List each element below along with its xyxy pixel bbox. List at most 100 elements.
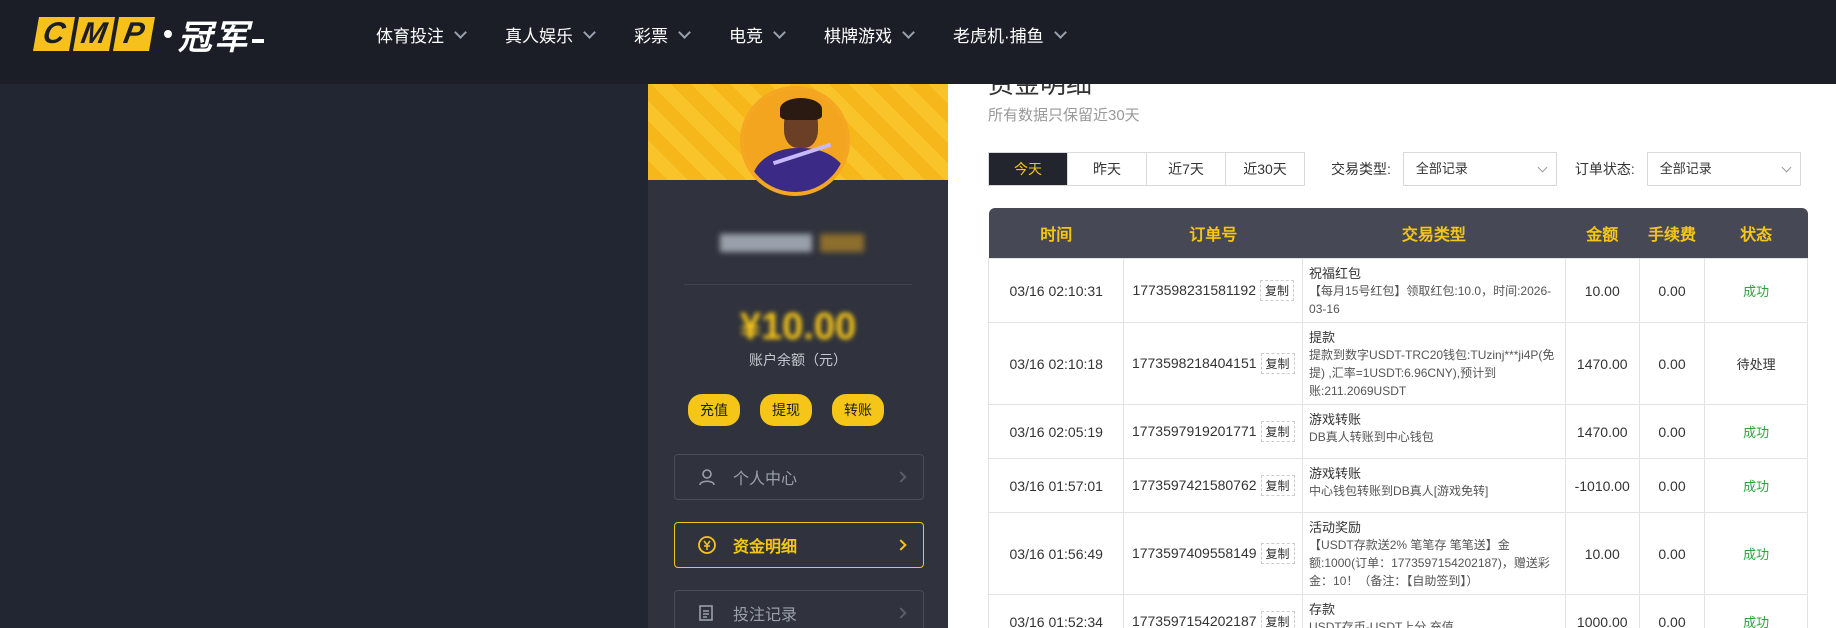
type-detail: DB真人转账到中心钱包 [1309,430,1434,444]
copy-button[interactable]: 复制 [1260,421,1295,442]
tab-last-7-days[interactable]: 近7天 [1147,153,1226,185]
status-badge: 成功 [1743,547,1770,562]
nav-item-live-casino[interactable]: 真人娱乐 [505,22,596,47]
deposit-button[interactable]: 充值 [688,394,740,426]
cell-fee: 0.00 [1638,258,1706,323]
type-title: 存款 [1309,602,1336,617]
username-blurred [720,234,864,252]
order-status-select[interactable]: 全部记录 [1646,152,1801,186]
copy-button[interactable]: 复制 [1260,611,1295,628]
copy-button[interactable]: 复制 [1260,475,1295,496]
nav-item-lottery[interactable]: 彩票 [634,22,691,47]
type-title: 游戏转账 [1309,466,1362,481]
retention-note: 所有数据只保留近30天 [988,107,1140,124]
cell-order: 1773597919201771 复制 [1123,404,1304,459]
logo-dot [164,30,172,38]
main-content: 资金明细 所有数据只保留近30天 今天 昨天 近7天 近30天 交易类型: 全部… [948,84,1836,628]
withdraw-button[interactable]: 提现 [760,394,812,426]
tab-last-30-days[interactable]: 近30天 [1226,153,1304,185]
order-number: 1773598218404151 [1131,355,1257,371]
cell-amount: 1000.00 [1564,594,1640,628]
cell-time: 03/16 01:57:01 [987,458,1125,513]
nav-item-card-games[interactable]: 棋牌游戏 [824,22,915,47]
nav-item-label: 老虎机·捕鱼 [953,27,1044,46]
nav-item-label: 体育投注 [376,27,444,46]
status-badge: 待处理 [1736,357,1776,372]
cell-status: 成功 [1704,594,1808,628]
username-blur [720,234,812,252]
nav-item-slots-fishing[interactable]: 老虎机·捕鱼 [953,22,1067,47]
type-title: 活动奖励 [1309,520,1362,535]
logo-letter: M [73,17,115,51]
chevron-down-icon [678,25,691,39]
copy-button[interactable]: 复制 [1260,280,1295,301]
cell-order: 1773597154202187 复制 [1123,594,1304,628]
cell-amount: 1470.00 [1564,322,1640,405]
transfer-button[interactable]: 转账 [832,394,884,426]
sidebar-item-profile[interactable]: 个人中心 [674,454,924,500]
top-navbar: C M P 冠军 体育投注 真人娱乐 彩票 电竞 棋牌游戏 老虎机·捕鱼 [0,0,1836,84]
cell-fee: 0.00 [1638,594,1706,628]
cell-type: 存款 USDT存币-USDT上分 充值 [1302,594,1566,628]
avatar[interactable] [740,86,850,196]
order-status-label: 订单状态: [1574,161,1635,177]
copy-button[interactable]: 复制 [1260,543,1295,564]
table-row: 03/16 02:10:31 1773598231581192 复制 祝福红包 【每… [987,258,1808,323]
sidebar-menu: 个人中心 资金明细 投注记录 [674,454,924,628]
type-detail: 提款到数字USDT-TRC20钱包:TUzinj***ji4P(免提) ,汇率=… [1309,348,1555,398]
chevron-down-icon [1053,25,1067,39]
select-value: 全部记录 [1659,161,1712,176]
chevron-down-icon [902,25,915,39]
table-header-row: 时间 订单号 交易类型 金额 手续费 状态 [988,208,1808,259]
column-header-time: 时间 [988,208,1124,259]
nav-item-label: 真人娱乐 [505,27,573,46]
cell-fee: 0.00 [1638,404,1706,459]
cell-time: 03/16 01:52:34 [987,594,1125,628]
cell-time: 03/16 02:10:31 [987,258,1125,323]
order-number: 1773597421580762 [1131,477,1257,493]
table-row: 03/16 01:56:49 1773597409558149 复制 活动奖励 【U… [987,512,1808,595]
sidebar-item-label: 投注记录 [733,607,798,624]
tab-yesterday[interactable]: 昨天 [1068,153,1147,185]
tab-today[interactable]: 今天 [989,153,1068,185]
sidebar-item-funds[interactable]: 资金明细 [674,522,924,568]
nav-item-sports[interactable]: 体育投注 [376,22,467,47]
transaction-type-select[interactable]: 全部记录 [1402,152,1557,186]
chevron-down-icon [1781,162,1792,173]
brand-logo[interactable]: C M P 冠军 [33,16,264,57]
cell-time: 03/16 02:10:18 [987,322,1125,405]
cell-status: 成功 [1704,458,1808,513]
type-detail: 【USDT存款送2% 笔笔存 笔笔送】金额:1000(订单：1773597154… [1309,538,1550,588]
transactions-table: 时间 订单号 交易类型 金额 手续费 状态 03/16 02:10:31 177… [987,208,1808,628]
cell-type: 提款 提款到数字USDT-TRC20钱包:TUzinj***ji4P(免提) ,汇… [1302,322,1566,405]
logo-dash [252,39,264,43]
cell-order: 1773597409558149 复制 [1123,512,1304,595]
transaction-type-label: 交易类型: [1331,161,1391,177]
sidebar-item-label: 个人中心 [733,471,798,488]
table-row: 03/16 02:10:18 1773598218404151 复制 提款 提款到数… [987,322,1808,405]
user-icon [697,467,717,487]
type-detail: USDT存币-USDT上分 充值 [1309,620,1454,628]
chevron-down-icon [583,25,596,39]
cell-amount: 1470.00 [1564,404,1640,459]
type-title: 祝福红包 [1309,266,1362,281]
main-nav: 体育投注 真人娱乐 彩票 电竞 棋牌游戏 老虎机·捕鱼 [376,22,1105,47]
cell-status: 成功 [1704,258,1808,323]
cell-amount: 10.00 [1564,258,1640,323]
cell-type: 活动奖励【USDT存款送2% 笔笔存 笔笔送】金额:1000(订单：177359… [1302,512,1566,595]
cell-fee: 0.00 [1638,322,1706,405]
column-header-order: 订单号 [1123,208,1303,259]
order-number: 1773597919201771 [1131,423,1257,439]
nav-item-esports[interactable]: 电竞 [729,22,786,47]
chevron-right-icon [895,539,907,551]
balance-amount-blurred: ¥10.00 [739,306,857,348]
sidebar-item-bet-records[interactable]: 投注记录 [674,590,924,628]
copy-button[interactable]: 复制 [1260,353,1295,374]
cell-order: 1773597421580762 复制 [1123,458,1304,513]
cell-type: 祝福红包 【每月15号红包】领取红包:10.0，时间:2026-03-16 [1302,258,1566,323]
coin-icon [697,535,717,555]
chevron-down-icon [1537,162,1548,173]
chevron-right-icon [895,471,907,483]
cell-time: 03/16 02:05:19 [987,404,1125,459]
cell-status: 待处理 [1704,322,1808,405]
